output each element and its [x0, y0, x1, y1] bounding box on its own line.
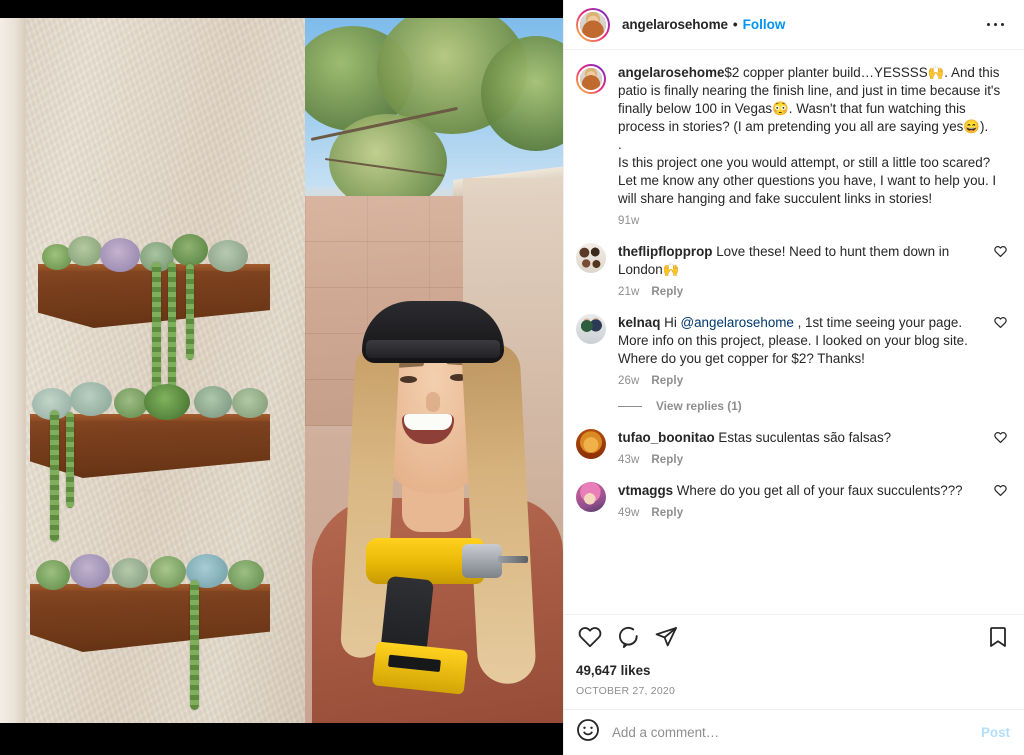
- view-replies-line: [618, 405, 642, 407]
- comment-like-icon[interactable]: [994, 482, 1010, 519]
- post-media[interactable]: [0, 0, 563, 755]
- comment-username[interactable]: tufao_boonitao: [618, 430, 715, 445]
- caption-meta: 91w: [618, 215, 1004, 227]
- commenter-avatar-pink[interactable]: [576, 482, 606, 519]
- post-caption: angelarosehome$2 copper planter build…YE…: [576, 64, 1010, 227]
- caption-username[interactable]: angelarosehome: [618, 65, 724, 80]
- comment-like-icon[interactable]: [994, 243, 1010, 298]
- comment-body: Estas suculentas são falsas?: [714, 430, 892, 445]
- comment-text: vtmaggs Where do you get all of your fau…: [618, 482, 988, 500]
- avatar[interactable]: [576, 7, 610, 42]
- action-icon-row: [576, 625, 1010, 654]
- post-sidebar: angelarosehome • Follow angelarosehome$2…: [563, 0, 1024, 755]
- wall-edge: [0, 18, 26, 723]
- comment-item: theflipflopprop Love these! Need to hunt…: [576, 243, 1010, 298]
- comment-username[interactable]: vtmaggs: [618, 483, 673, 498]
- bookmark-icon[interactable]: [986, 625, 1010, 654]
- comment-item: kelnaq Hi @angelarosehome , 1st time see…: [576, 314, 1010, 387]
- string-of-pearls-plant: [186, 264, 194, 360]
- commenter-avatar-couple[interactable]: [576, 314, 606, 387]
- more-options-icon[interactable]: [981, 17, 1011, 33]
- instagram-post: angelarosehome • Follow angelarosehome$2…: [0, 0, 1024, 755]
- comment-timestamp: 43w: [618, 454, 640, 466]
- view-replies-row[interactable]: View replies (1): [618, 399, 1010, 413]
- comments-list[interactable]: angelarosehome$2 copper planter build…YE…: [564, 50, 1024, 614]
- string-of-pearls-plant: [50, 410, 59, 542]
- comment-reply-button[interactable]: Reply: [651, 375, 683, 387]
- post-header: angelarosehome • Follow: [564, 0, 1024, 50]
- post-photo: [0, 18, 563, 723]
- post-actions: 49,647 likes OCTOBER 27, 2020: [564, 614, 1024, 709]
- comment-text: tufao_boonitao Estas suculentas são fals…: [618, 429, 988, 447]
- string-of-pearls-plant: [66, 412, 74, 508]
- caption-text: angelarosehome$2 copper planter build…YE…: [618, 64, 1004, 208]
- comment-body-before: Hi: [660, 315, 681, 330]
- succulent-row: [28, 376, 272, 420]
- comment-like-icon[interactable]: [994, 429, 1010, 466]
- commenter-avatar-family[interactable]: [576, 243, 606, 298]
- commenter-avatar-dog[interactable]: [576, 429, 606, 466]
- comment-item: tufao_boonitao Estas suculentas são fals…: [576, 429, 1010, 466]
- add-comment-bar: Post: [564, 709, 1024, 755]
- succulent-row: [28, 546, 272, 590]
- comment-item: vtmaggs Where do you get all of your fau…: [576, 482, 1010, 519]
- comment-meta: 43w Reply: [618, 454, 988, 466]
- comment-like-icon[interactable]: [994, 314, 1010, 387]
- header-separator: •: [732, 17, 738, 32]
- emoji-smiley-icon[interactable]: [576, 718, 600, 747]
- cap-strap: [366, 340, 500, 358]
- person-in-photo: [310, 18, 563, 723]
- comment-text: kelnaq Hi @angelarosehome , 1st time see…: [618, 314, 988, 368]
- comment-timestamp: 26w: [618, 375, 640, 387]
- string-of-pearls-plant: [190, 580, 199, 710]
- letterbox-bottom: [0, 723, 563, 755]
- comment-username[interactable]: kelnaq: [618, 315, 660, 330]
- comment-meta: 21w Reply: [618, 286, 988, 298]
- caption-avatar[interactable]: [576, 64, 606, 227]
- view-replies-button[interactable]: View replies (1): [656, 399, 742, 413]
- add-comment-input[interactable]: [612, 725, 971, 740]
- comment-meta: 49w Reply: [618, 507, 988, 519]
- caption-timestamp: 91w: [618, 215, 640, 227]
- comment-reply-button[interactable]: Reply: [651, 454, 683, 466]
- string-of-pearls-plant: [168, 262, 176, 390]
- follow-button[interactable]: Follow: [743, 17, 786, 32]
- comment-meta: 26w Reply: [618, 375, 988, 387]
- letterbox-top: [0, 0, 563, 18]
- comment-body: Where do you get all of your faux succul…: [673, 483, 963, 498]
- caption-paragraph-2: .: [618, 137, 622, 152]
- comment-text: theflipflopprop Love these! Need to hunt…: [618, 243, 988, 279]
- header-username[interactable]: angelarosehome: [622, 17, 728, 32]
- comment-reply-button[interactable]: Reply: [651, 286, 683, 298]
- likes-count[interactable]: 49,647 likes: [576, 663, 1010, 678]
- comment-username[interactable]: theflipflopprop: [618, 244, 712, 259]
- share-paper-plane-icon[interactable]: [654, 625, 678, 654]
- caption-paragraph-3: Is this project one you would attempt, o…: [618, 155, 997, 206]
- like-icon[interactable]: [578, 625, 602, 654]
- comment-timestamp: 49w: [618, 507, 640, 519]
- comment-timestamp: 21w: [618, 286, 640, 298]
- post-comment-button[interactable]: Post: [971, 725, 1010, 740]
- post-date: OCTOBER 27, 2020: [576, 685, 676, 697]
- power-drill: [366, 538, 528, 695]
- comment-mention[interactable]: @angelarosehome: [681, 315, 794, 330]
- comment-reply-button[interactable]: Reply: [651, 507, 683, 519]
- comment-bubble-icon[interactable]: [616, 625, 640, 654]
